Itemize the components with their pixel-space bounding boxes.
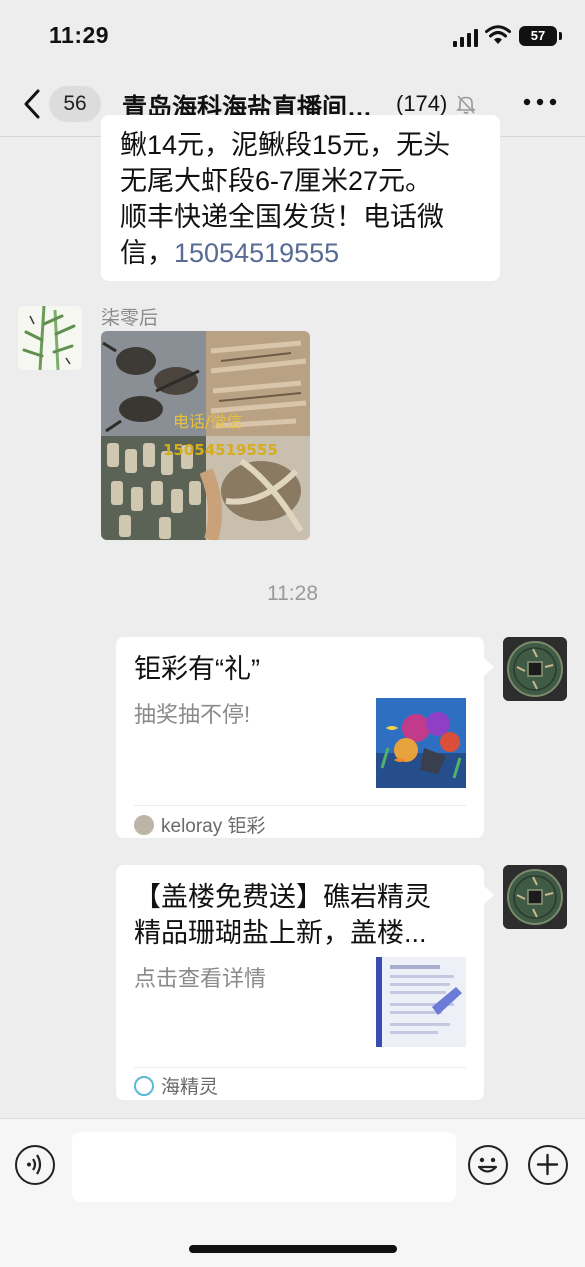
seafood-collage-image: 电话/微信 15054519555 [101,331,310,540]
card-thumbnail [376,957,466,1047]
mini-program-card[interactable]: 钜彩有“礼” 抽奖抽不停! keloray 钜彩 [116,637,484,838]
bubble-tail [484,886,494,904]
card-source-name: keloray 钜彩 [161,816,266,837]
bubble-tail [484,658,494,676]
status-time: 11:29 [49,22,110,48]
coin-avatar-icon [503,865,567,929]
voice-waves-icon [27,1154,42,1175]
bamboo-painting-icon [18,306,82,370]
plus-icon[interactable] [528,1145,568,1185]
message-line-last: 信，15054519555 [120,235,484,271]
smile-face-icon [477,1157,498,1173]
voice-icon[interactable] [15,1145,55,1185]
photo-overlay-number: 15054519555 [163,441,278,459]
battery-indicator: 57 [519,26,557,46]
message-line: 顺丰快递全国发货！电话微 [120,202,444,232]
photo-overlay-label: 电话/微信 [173,412,242,431]
avatar[interactable] [503,865,567,929]
chevron-left-icon[interactable] [20,88,46,120]
card-description: 点击查看详情 [134,966,267,991]
card-source-name: 海精灵 [161,1077,219,1098]
message-timestamp: 11:28 [267,582,318,605]
battery-tip [559,32,562,40]
status-bar: 11:29 57 [0,0,585,72]
phone-number-link[interactable]: 15054519555 [174,238,339,268]
message-text: 信， [120,238,174,268]
message-line: 鳅14元，泥鳅段15元，无头 [120,130,451,160]
coin-avatar-icon [503,637,567,701]
card-title-line: 精品珊瑚盐上新，盖楼... [134,918,427,948]
card-source: keloray 钜彩 [134,811,266,838]
photo-message[interactable]: 电话/微信 15054519555 [101,331,310,540]
product-screenshot-thumbnail [376,957,466,1047]
card-thumbnail [376,698,466,788]
member-count: (174) [396,91,448,116]
ellipsis-icon[interactable] [523,98,557,106]
message-line: 无尾大虾段6-7厘米27元。 [120,166,433,196]
card-divider [134,1067,466,1068]
card-description: 抽奖抽不停! [134,702,251,727]
source-logo-icon [134,814,154,835]
bell-slash-icon [456,95,476,114]
card-source: 海精灵 [134,1072,218,1099]
emoji-icon[interactable] [468,1145,508,1185]
message-input[interactable] [72,1132,456,1202]
card-divider [134,805,466,806]
avatar[interactable] [503,637,567,701]
plus-sign-icon [536,1153,559,1176]
source-logo-icon [134,1075,154,1096]
card-title-line: 【盖楼免费送】礁岩精灵 [134,882,431,912]
unread-count-badge[interactable]: 56 [49,86,101,122]
coral-reef-thumbnail [376,698,466,788]
avatar[interactable] [18,306,82,370]
cellular-signal-icon [453,29,478,47]
text-message-bubble[interactable]: 鳅14元，泥鳅段15元，无头 无尾大虾段6-7厘米27元。 顺丰快递全国发货！电… [101,115,500,281]
home-indicator[interactable] [189,1245,397,1253]
card-title: 钜彩有“礼” [134,654,260,684]
sender-name: 柒零后 [101,308,159,329]
mini-program-card[interactable]: 【盖楼免费送】礁岩精灵 精品珊瑚盐上新，盖楼... 点击查看详情 海精灵 [116,865,484,1100]
wifi-icon [485,25,511,44]
